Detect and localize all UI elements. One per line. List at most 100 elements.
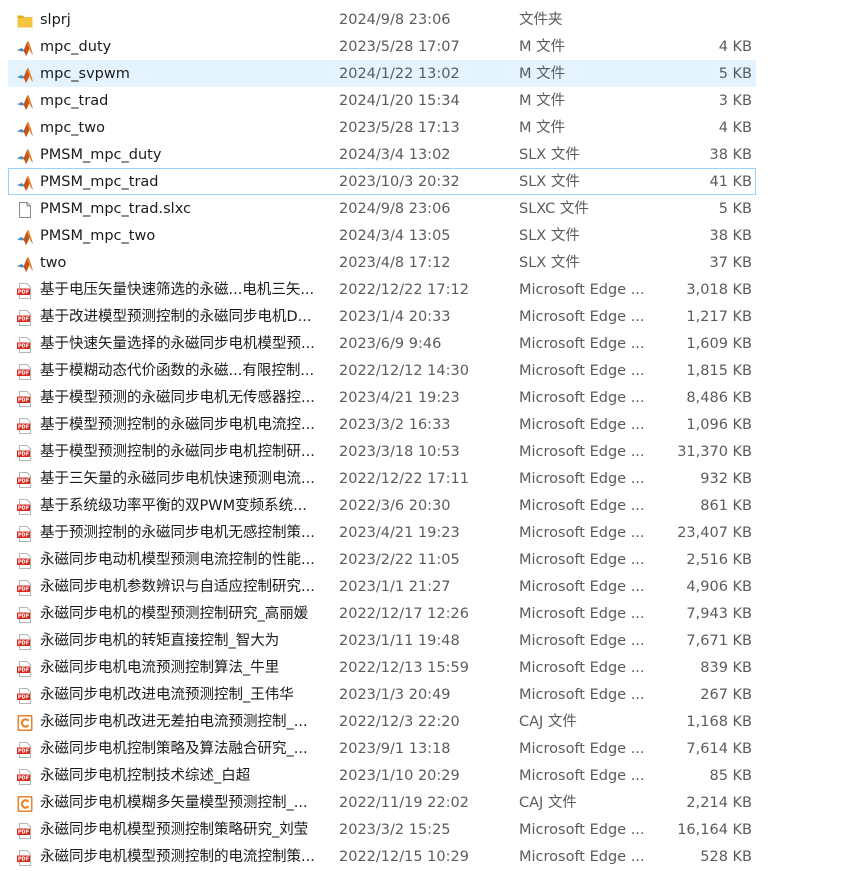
file-name: 永磁同步电机模型预测控制策略研究_刘莹 (40, 822, 309, 838)
pdf-icon: PDF (16, 660, 34, 678)
matlab-icon (16, 39, 34, 57)
svg-text:PDF: PDF (18, 776, 29, 782)
svg-text:PDF: PDF (18, 668, 29, 674)
pdf-icon: PDF (16, 309, 34, 327)
file-size: 1,217 KB (686, 309, 752, 325)
file-date: 2023/3/2 15:25 (339, 822, 451, 838)
file-row[interactable]: PDF 基于模型预测控制的永磁同步电机电流控... 2023/3/2 16:33 Mi… (8, 411, 756, 438)
file-type: Microsoft Edge ... (519, 498, 645, 514)
file-type: Microsoft Edge ... (519, 282, 645, 298)
file-row[interactable]: PDF 永磁同步电机模型预测控制策略研究_刘莹 2023/3/2 15:25 Micr… (8, 816, 756, 843)
file-name: 基于模型预测控制的永磁同步电机电流控... (40, 417, 315, 433)
svg-text:PDF: PDF (18, 425, 29, 431)
file-row[interactable]: mpc_duty 2023/5/28 17:07 M 文件 4 KB (8, 33, 756, 60)
file-name: 永磁同步电机控制技术综述_白超 (40, 768, 251, 784)
file-row[interactable]: PDF 永磁同步电机的转矩直接控制_智大为 2023/1/11 19:48 Micro… (8, 627, 756, 654)
pdf-icon: PDF (16, 336, 34, 354)
file-name: 基于三矢量的永磁同步电机快速预测电流... (40, 471, 315, 487)
file-date: 2022/12/12 14:30 (339, 363, 469, 379)
file-type: Microsoft Edge ... (519, 822, 645, 838)
file-row[interactable]: PDF 基于模型预测控制的永磁同步电机控制研... 2023/3/18 10:53 M… (8, 438, 756, 465)
pdf-icon: PDF (16, 471, 34, 489)
matlab-icon (16, 147, 34, 165)
file-size: 1,168 KB (686, 714, 752, 730)
pdf-icon: PDF (16, 849, 34, 867)
file-size: 37 KB (709, 255, 752, 271)
file-type: Microsoft Edge ... (519, 633, 645, 649)
file-type: Microsoft Edge ... (519, 390, 645, 406)
file-size: 2,516 KB (686, 552, 752, 568)
file-row[interactable]: PDF 基于快速矢量选择的永磁同步电机模型预... 2023/6/9 9:46 Mic… (8, 330, 756, 357)
matlab-icon (16, 174, 34, 192)
blank-file-icon (16, 201, 34, 219)
file-type: Microsoft Edge ... (519, 660, 645, 676)
matlab-icon (16, 66, 34, 84)
svg-text:PDF: PDF (18, 614, 29, 620)
file-row[interactable]: PDF 永磁同步电机电流预测控制算法_牛里 2022/12/13 15:59 Micr… (8, 654, 756, 681)
file-type: M 文件 (519, 39, 566, 55)
file-row[interactable]: PDF 基于改进模型预测控制的永磁同步电机D... 2023/1/4 20:33 Mi… (8, 303, 756, 330)
file-name: 永磁同步电机改进电流预测控制_王伟华 (40, 687, 294, 703)
file-row[interactable]: PDF 基于预测控制的永磁同步电机无感控制策... 2023/4/21 19:23 M… (8, 519, 756, 546)
matlab-icon (16, 228, 34, 246)
file-type: M 文件 (519, 93, 566, 109)
file-row[interactable]: PDF 基于系统级功率平衡的双PWM变频系统... 2022/3/6 20:30 Mi… (8, 492, 756, 519)
file-type: Microsoft Edge ... (519, 606, 645, 622)
file-name: 基于模糊动态代价函数的永磁...有限控制... (40, 363, 315, 379)
file-row[interactable]: PDF 基于模型预测的永磁同步电机无传感器控... 2023/4/21 19:23 M… (8, 384, 756, 411)
file-date: 2023/4/21 19:23 (339, 390, 460, 406)
file-row[interactable]: PDF 永磁同步电机控制策略及算法融合研究_... 2023/9/1 13:18 Mi… (8, 735, 756, 762)
file-row[interactable]: PMSM_mpc_trad 2023/10/3 20:32 SLX 文件 41 KB (8, 168, 756, 195)
file-row[interactable]: mpc_two 2023/5/28 17:13 M 文件 4 KB (8, 114, 756, 141)
file-row[interactable]: PDF 永磁同步电机改进电流预测控制_王伟华 2023/1/3 20:49 Micro… (8, 681, 756, 708)
file-row[interactable]: PMSM_mpc_trad.slxc 2024/9/8 23:06 SLXC 文件 5… (8, 195, 756, 222)
file-row[interactable]: PMSM_mpc_duty 2024/3/4 13:02 SLX 文件 38 KB (8, 141, 756, 168)
file-row[interactable]: PDF 永磁同步电机模型预测控制的电流控制策... 2022/12/15 10:29… (8, 843, 756, 870)
file-name: 永磁同步电机参数辨识与自适应控制研究... (40, 579, 315, 595)
caj-icon (16, 795, 34, 813)
pdf-icon: PDF (16, 417, 34, 435)
file-date: 2023/1/4 20:33 (339, 309, 451, 325)
file-type: SLXC 文件 (519, 201, 589, 217)
file-date: 2023/5/28 17:13 (339, 120, 460, 136)
file-name: mpc_two (40, 120, 105, 136)
file-row[interactable]: PDF 永磁同步电动机模型预测电流控制的性能... 2023/2/22 11:05 M… (8, 546, 756, 573)
file-size: 4,906 KB (686, 579, 752, 595)
svg-text:PDF: PDF (18, 344, 29, 350)
file-row[interactable]: 永磁同步电机改进无差拍电流预测控制_... 2022/12/3 22:20 CAJ … (8, 708, 756, 735)
file-row[interactable]: PDF 基于电压矢量快速筛选的永磁...电机三矢... 2022/12/22 17:… (8, 276, 756, 303)
pdf-icon: PDF (16, 525, 34, 543)
file-size: 4 KB (718, 39, 752, 55)
file-date: 2023/1/11 19:48 (339, 633, 460, 649)
file-type: Microsoft Edge ... (519, 417, 645, 433)
file-size: 31,370 KB (677, 444, 752, 460)
pdf-icon: PDF (16, 579, 34, 597)
file-date: 2023/1/1 21:27 (339, 579, 451, 595)
file-row[interactable]: PDF 基于模糊动态代价函数的永磁...有限控制... 2022/12/12 14:… (8, 357, 756, 384)
pdf-icon: PDF (16, 552, 34, 570)
file-row[interactable]: two 2023/4/8 17:12 SLX 文件 37 KB (8, 249, 756, 276)
file-size: 38 KB (709, 147, 752, 163)
pdf-icon: PDF (16, 444, 34, 462)
file-date: 2022/11/19 22:02 (339, 795, 469, 811)
file-date: 2022/12/13 15:59 (339, 660, 469, 676)
svg-text:PDF: PDF (18, 290, 29, 296)
file-row[interactable]: PDF 永磁同步电机的模型预测控制研究_高丽媛 2022/12/17 12:26 Mi… (8, 600, 756, 627)
file-name: PMSM_mpc_trad.slxc (40, 201, 191, 217)
file-date: 2023/10/3 20:32 (339, 174, 460, 190)
file-size: 4 KB (718, 120, 752, 136)
file-row[interactable]: PDF 永磁同步电机控制技术综述_白超 2023/1/10 20:29 Microso… (8, 762, 756, 789)
file-size: 41 KB (709, 174, 752, 190)
file-size: 932 KB (700, 471, 752, 487)
file-row[interactable]: 永磁同步电机模糊多矢量模型预测控制_... 2022/11/19 22:02 CAJ… (8, 789, 756, 816)
file-row[interactable]: mpc_trad 2024/1/20 15:34 M 文件 3 KB (8, 87, 756, 114)
file-size: 8,486 KB (686, 390, 752, 406)
file-row[interactable]: PDF 基于三矢量的永磁同步电机快速预测电流... 2022/12/22 17:11… (8, 465, 756, 492)
file-size: 7,943 KB (686, 606, 752, 622)
svg-text:PDF: PDF (18, 857, 29, 863)
file-row[interactable]: PDF 永磁同步电机参数辨识与自适应控制研究... 2023/1/1 21:27 Mi… (8, 573, 756, 600)
file-date: 2022/12/15 10:29 (339, 849, 469, 865)
file-row[interactable]: PMSM_mpc_two 2024/3/4 13:05 SLX 文件 38 KB (8, 222, 756, 249)
file-row[interactable]: slprj 2024/9/8 23:06 文件夹 (8, 6, 756, 33)
file-row[interactable]: mpc_svpwm 2024/1/22 13:02 M 文件 5 KB (8, 60, 756, 87)
